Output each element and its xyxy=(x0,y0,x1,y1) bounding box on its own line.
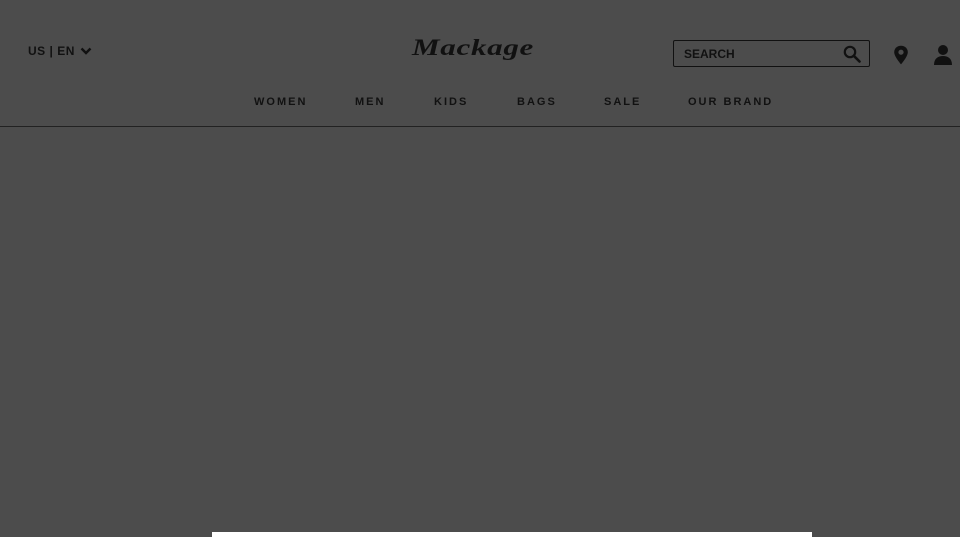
modal-panel-top-edge xyxy=(212,532,812,537)
search-icon[interactable] xyxy=(843,45,861,63)
nav-item-women[interactable]: WOMEN xyxy=(254,94,307,110)
search-box xyxy=(673,40,870,67)
locale-selector[interactable]: US | EN xyxy=(28,44,92,58)
nav-item-kids[interactable]: KIDS xyxy=(434,94,468,110)
nav-item-sale[interactable]: SALE xyxy=(604,94,641,110)
site-header: US | EN Mackage WOMEN MEN KID xyxy=(0,0,960,127)
nav-item-our-brand[interactable]: OUR BRAND xyxy=(688,94,773,110)
nav-item-men[interactable]: MEN xyxy=(355,94,385,110)
nav-item-bags[interactable]: BAGS xyxy=(517,94,557,110)
user-icon[interactable] xyxy=(933,44,953,66)
chevron-down-icon xyxy=(80,45,92,57)
locale-label: US | EN xyxy=(28,44,75,58)
main-navigation: WOMEN MEN KIDS BAGS SALE OUR BRAND xyxy=(0,94,960,112)
brand-logo[interactable]: Mackage xyxy=(412,30,679,66)
search-input[interactable] xyxy=(684,45,834,63)
map-pin-icon[interactable] xyxy=(892,45,910,65)
